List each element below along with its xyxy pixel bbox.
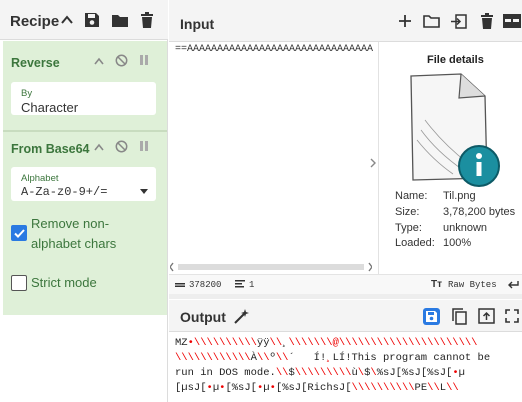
field-label: By (21, 88, 33, 99)
output-title: Output (180, 309, 226, 325)
file-loaded-value: 100% (443, 237, 472, 249)
chevron-up-icon[interactable] (57, 10, 77, 30)
output-line: MZ•\\\\\\\\\\ÿÿ\\¸\\\\\\\@\\\\\\\\\\\\\\… (175, 336, 520, 351)
operation-divider (3, 130, 167, 132)
field-label: Alphabet (21, 173, 59, 184)
strict-mode-checkbox[interactable] (11, 275, 27, 291)
file-details-panel: File details Name: Til.png Size: 3,78,20… (378, 42, 522, 274)
save-icon[interactable] (82, 10, 102, 30)
output-text-segment: PE (414, 382, 428, 394)
input-textarea[interactable]: ==AAAAAAAAAAAAAAAAAAAAAAAAAAAAAAAAA (175, 44, 373, 55)
output-text-segment: [%sJ[RichsJ[ (275, 382, 352, 394)
file-loaded-label: Loaded: (395, 237, 435, 249)
file-type-value: unknown (443, 222, 488, 234)
trash-icon[interactable] (477, 11, 497, 31)
input-import-icon[interactable] (448, 11, 468, 31)
folder-icon[interactable] (110, 10, 130, 30)
file-name-label: Name: (395, 190, 428, 202)
field-value: Character (21, 100, 79, 115)
input-length: 378200 (189, 280, 222, 290)
pane-resize-handle[interactable] (169, 294, 522, 299)
chevron-up-icon[interactable] (92, 140, 106, 154)
word-wrap-icon[interactable] (507, 280, 519, 291)
pause-icon[interactable] (137, 53, 151, 67)
copy-icon[interactable] (449, 306, 469, 326)
text-encoding-icon[interactable]: Tт (431, 279, 442, 290)
control-chars: \\ (275, 352, 289, 364)
output-text-segment: LÍ!This program cannot be (332, 352, 491, 364)
file-size-value: 3,78,200 bytes (443, 206, 516, 218)
file-name-value: Til.png (443, 190, 476, 202)
output-line: \\\\\\\\\\\\À\\º\\´ Í!¸LÍ!This program c… (175, 351, 520, 366)
output-text-segment: [%sJ[ (225, 382, 257, 394)
control-chars: •\\\\\\\\\\ (187, 337, 257, 349)
strict-mode-label: Strict mode (31, 275, 97, 290)
input-header: Input (169, 0, 522, 42)
caret-down-icon (140, 181, 148, 199)
input-lines: 1 (249, 280, 255, 290)
disable-icon[interactable] (114, 53, 128, 67)
plus-icon[interactable] (395, 11, 415, 31)
control-chars: \\ (446, 382, 459, 394)
lines-icon (235, 280, 245, 290)
output-textarea[interactable]: MZ•\\\\\\\\\\ÿÿ\\¸\\\\\\\@\\\\\\\\\\\\\\… (175, 336, 520, 396)
input-horizontal-scrollbar[interactable] (169, 260, 373, 272)
pause-icon[interactable] (137, 139, 151, 153)
layout-icon[interactable] (502, 11, 522, 31)
output-text-segment: %sJ[%sJ[%sJ[ (376, 367, 453, 379)
control-chars: \\\\\\\\\ (294, 367, 352, 379)
recipe-title: Recipe (10, 13, 60, 30)
input-encoding[interactable]: Raw Bytes (448, 280, 497, 290)
recipe-panel: Recipe Reverse By Character From Base64 (0, 0, 168, 402)
control-chars: \\ (275, 367, 289, 379)
chevron-up-icon[interactable] (92, 54, 106, 68)
maximize-icon[interactable] (502, 306, 522, 326)
control-chars: \\ (256, 352, 270, 364)
alphabet-select[interactable]: Alphabet A-Za-z0-9+/= (11, 167, 156, 201)
control-chars: \\ (427, 382, 440, 394)
field-value: A-Za-z0-9+/= (21, 185, 108, 199)
output-header: Output (169, 300, 522, 332)
op-reverse-title: Reverse (11, 56, 60, 70)
file-size-label: Size: (395, 206, 420, 218)
remove-non-alphabet-label: Remove non-alphabet chars (31, 216, 117, 251)
output-text-segment: ÿÿ (256, 337, 270, 349)
save-output-icon[interactable] (421, 306, 441, 326)
file-details-title: File details (427, 54, 484, 66)
length-icon (175, 280, 185, 290)
control-chars: \\\\\\\@\\\\\\\\\\\\\\\\\\\\\\ (288, 337, 478, 349)
output-text-segment: ´ Í! (288, 352, 327, 364)
open-folder-icon[interactable] (421, 11, 441, 31)
file-icon (403, 70, 501, 193)
magic-wand-icon[interactable] (231, 306, 251, 326)
disable-icon[interactable] (114, 139, 128, 153)
remove-non-alphabet-checkbox[interactable] (11, 225, 27, 241)
output-text-segment: MZ (175, 337, 188, 349)
output-line: run in DOS mode.\\$\\\\\\\\\ù\$\%sJ[%sJ[… (175, 366, 520, 381)
control-chars: \\\\\\\\\\ (351, 382, 415, 394)
input-status-bar: 378200 1 Tт Raw Bytes (169, 274, 522, 294)
input-title: Input (180, 16, 215, 32)
output-text-segment: µ (458, 367, 465, 379)
output-text-segment: [µsJ[ (175, 382, 207, 394)
output-line: [µsJ[•µ•[%sJ[•µ•[%sJ[RichsJ[\\\\\\\\\\PE… (175, 381, 520, 396)
control-chars: \\ (269, 337, 283, 349)
checkmark-icon (13, 228, 25, 238)
chevron-right-icon[interactable] (370, 158, 378, 176)
recipe-header: Recipe (0, 0, 168, 40)
replace-input-icon[interactable] (476, 306, 496, 326)
output-text-segment: run in DOS mode. (175, 367, 276, 379)
control-chars: \\\\\\\\\\\\ (175, 352, 251, 364)
file-type-label: Type: (395, 222, 422, 234)
op-from-base64-title: From Base64 (11, 142, 90, 156)
trash-icon[interactable] (137, 10, 157, 30)
reverse-by-select[interactable]: By Character (11, 82, 156, 115)
